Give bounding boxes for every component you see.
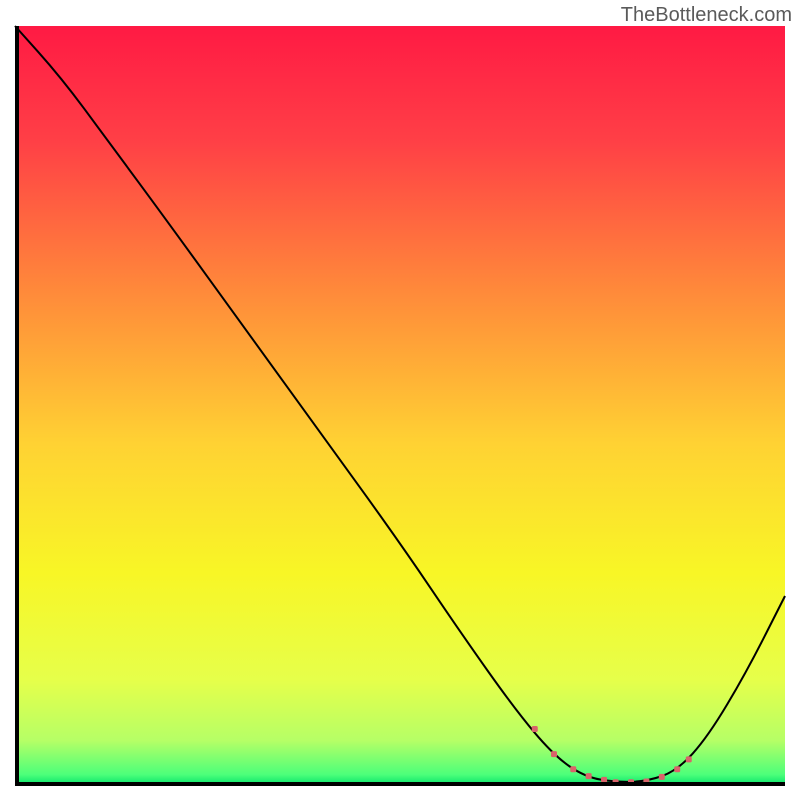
axes [15,26,785,786]
chart-container: TheBottleneck.com [0,0,800,800]
watermark-text: TheBottleneck.com [621,4,792,27]
